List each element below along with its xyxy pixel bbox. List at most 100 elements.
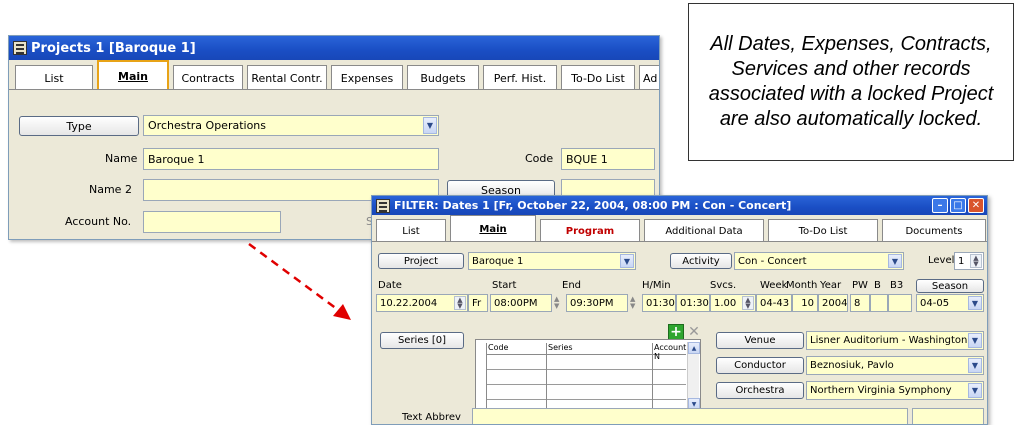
projects-titlebar[interactable]: Projects 1 [Baroque 1] [9, 36, 659, 60]
chevron-down-icon[interactable]: ▼ [968, 296, 982, 310]
tab-main[interactable]: Main [450, 215, 536, 242]
hmin-field-2[interactable]: 01:30 [676, 294, 710, 312]
month-field[interactable]: 10 [792, 294, 818, 312]
text-abbrev-field[interactable] [472, 408, 908, 424]
start-time-field[interactable]: 08:00PM [490, 294, 552, 312]
tab-main[interactable]: Main [97, 60, 169, 90]
hmin-field-1[interactable]: 01:30 [642, 294, 676, 312]
season-button[interactable]: Season [916, 279, 984, 293]
chevron-down-icon[interactable]: ▼ [620, 254, 634, 268]
text-abbrev-label: Text Abbrev [402, 412, 461, 423]
projects-window-title: Projects 1 [Baroque 1] [31, 40, 196, 56]
text-abbrev-extra-field[interactable] [912, 408, 984, 424]
delete-icon[interactable]: ✕ [686, 324, 702, 340]
minimize-icon[interactable]: – [932, 198, 948, 213]
orchestra-select[interactable]: Northern Virginia Symphony ▼ [806, 381, 984, 400]
table-row[interactable] [486, 356, 686, 370]
svcs-stepper-icon[interactable]: ▲ ▼ [742, 296, 754, 310]
code-label: Code [525, 152, 554, 165]
tab-program[interactable]: Program [540, 219, 640, 242]
chevron-down-icon[interactable]: ▼ [968, 333, 982, 348]
projects-tabstrip: List Main Contracts Rental Contr. Expens… [9, 60, 659, 90]
add-icon[interactable]: + [668, 324, 684, 340]
scroll-up-icon[interactable]: ▲ [688, 342, 700, 354]
date-field[interactable]: 10.22.2004 ▲ ▼ [376, 294, 468, 312]
arrow-line [248, 242, 342, 314]
app-icon [376, 198, 390, 213]
table-row[interactable] [486, 386, 686, 400]
info-note-text: All Dates, Expenses, Contracts, Services… [708, 33, 994, 130]
activity-select[interactable]: Con - Concert ▼ [734, 252, 904, 270]
type-select[interactable]: Orchestra Operations ▼ [143, 115, 439, 136]
tab-additional-data[interactable]: Additional Data [644, 219, 764, 242]
tab-contracts[interactable]: Contracts [173, 65, 243, 90]
week-field[interactable]: 04-43 [756, 294, 792, 312]
start-stepper-icon[interactable]: ▲ ▼ [554, 296, 559, 310]
close-icon[interactable]: ✕ [968, 198, 984, 213]
dates-window: FILTER: Dates 1 [Fr, October 22, 2004, 0… [371, 195, 988, 425]
hmin-header: H/Min [642, 280, 671, 291]
account-field[interactable] [143, 211, 281, 233]
tab-rental-contracts[interactable]: Rental Contr. [247, 65, 327, 90]
series-button[interactable]: Series [0] [380, 332, 464, 349]
app-icon [13, 41, 27, 55]
name-field[interactable]: Baroque 1 [143, 148, 439, 170]
b3-header: B3 [890, 280, 904, 291]
venue-button[interactable]: Venue [716, 332, 804, 349]
conductor-select[interactable]: Beznosiuk, Pavlo ▼ [806, 356, 984, 375]
b-field[interactable] [870, 294, 888, 312]
b3-field[interactable] [888, 294, 912, 312]
series-grid-header: Code Series Account N [486, 343, 686, 361]
month-header: Month [786, 280, 818, 291]
stepper-arrows-icon[interactable]: ▲ ▼ [970, 254, 982, 268]
level-label: Level [928, 255, 955, 266]
end-time-field[interactable]: 09:30PM [566, 294, 628, 312]
type-button[interactable]: Type [19, 116, 139, 136]
tab-list[interactable]: List [376, 219, 446, 242]
tab-budgets[interactable]: Budgets [407, 65, 479, 90]
svcs-header: Svcs. [710, 280, 737, 291]
activity-button[interactable]: Activity [670, 253, 732, 269]
end-header: End [562, 280, 582, 291]
project-select[interactable]: Baroque 1 ▼ [468, 252, 636, 270]
table-row[interactable] [486, 371, 686, 385]
chevron-down-icon[interactable]: ▼ [968, 383, 982, 398]
venue-select[interactable]: Lisner Auditorium - Washington ▼ [806, 331, 984, 350]
name2-label: Name 2 [89, 183, 132, 196]
conductor-button[interactable]: Conductor [716, 357, 804, 374]
date-stepper-icon[interactable]: ▲ ▼ [454, 296, 466, 310]
name-label: Name [105, 152, 138, 165]
tab-list[interactable]: List [15, 65, 93, 90]
chevron-down-icon[interactable]: ▼ [423, 117, 437, 134]
chevron-down-icon[interactable]: ▼ [968, 358, 982, 373]
level-stepper[interactable]: 1 ▲ ▼ [954, 252, 984, 270]
chevron-down-icon[interactable]: ▼ [888, 254, 902, 268]
tab-documents[interactable]: Documents [882, 219, 986, 242]
project-button[interactable]: Project [378, 253, 464, 269]
start-header: Start [492, 280, 517, 291]
dates-tabstrip: List Main Program Additional Data To-Do … [372, 215, 987, 242]
grid-header-series: Series [548, 343, 573, 352]
end-stepper-icon[interactable]: ▲ ▼ [630, 296, 635, 310]
pw-field[interactable]: 8 [850, 294, 870, 312]
orchestra-button[interactable]: Orchestra [716, 382, 804, 399]
grid-scrollbar[interactable]: ▲ ▼ [687, 342, 700, 410]
year-header: Year [820, 280, 842, 291]
season-select[interactable]: 04-05 ▼ [916, 294, 984, 312]
account-label: Account No. [65, 215, 132, 228]
year-field[interactable]: 2004 [818, 294, 848, 312]
b-header: B [874, 280, 881, 291]
dates-window-title: FILTER: Dates 1 [Fr, October 22, 2004, 0… [394, 199, 792, 212]
maximize-icon[interactable]: □ [950, 198, 966, 213]
svcs-stepper[interactable]: 1.00 ▲ ▼ [710, 294, 756, 312]
tab-todo-list[interactable]: To-Do List [768, 219, 878, 242]
code-field[interactable]: BQUE 1 [561, 148, 655, 170]
tab-additional[interactable]: Ad [639, 65, 659, 90]
tab-expenses[interactable]: Expenses [331, 65, 403, 90]
pw-header: PW [852, 280, 868, 291]
dates-main-page: Project Baroque 1 ▼ Activity Con - Conce… [372, 241, 987, 424]
series-grid: Code Series Account N ▲ ▼ [475, 339, 701, 413]
dates-titlebar[interactable]: FILTER: Dates 1 [Fr, October 22, 2004, 0… [372, 196, 987, 215]
tab-todo-list[interactable]: To-Do List [561, 65, 635, 90]
tab-perf-hist[interactable]: Perf. Hist. [483, 65, 557, 90]
